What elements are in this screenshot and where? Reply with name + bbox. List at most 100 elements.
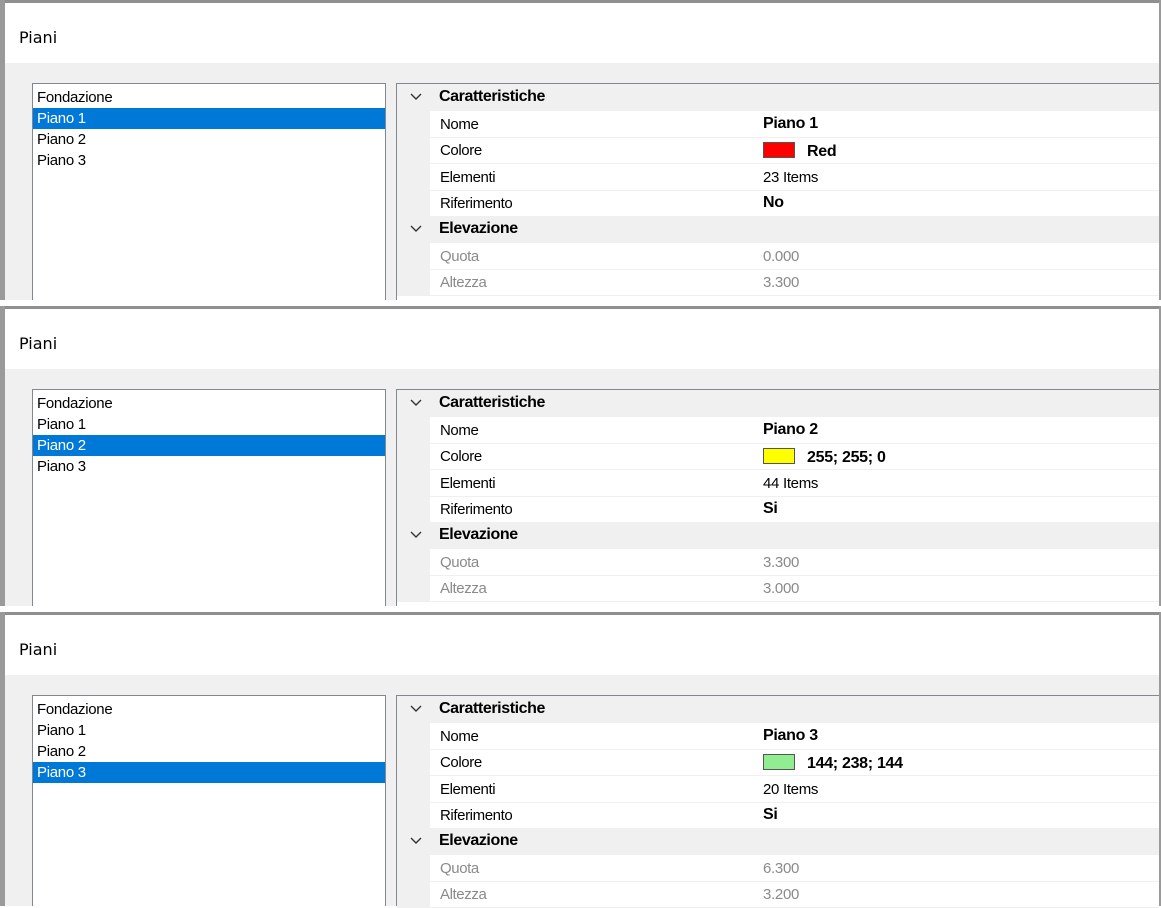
row-gutter: [397, 111, 430, 138]
dialog-body: Fondazione Piano 1 Piano 2 Piano 3 Caratteri…: [5, 63, 1159, 300]
floor-list-item[interactable]: Piano 3: [33, 150, 385, 171]
property-row-colore[interactable]: Colore Red: [397, 137, 1159, 164]
property-value-color[interactable]: 144; 238; 144: [763, 754, 903, 773]
floor-list-item[interactable]: Piano 3: [33, 762, 385, 783]
chevron-down-icon[interactable]: [409, 701, 423, 715]
category-label: Caratteristiche: [439, 394, 546, 411]
property-name: Altezza: [440, 886, 487, 903]
property-value[interactable]: Si: [763, 806, 778, 824]
property-row-riferimento[interactable]: Riferimento Si: [397, 496, 1159, 523]
property-row-elementi[interactable]: Elementi 23 Items: [397, 164, 1159, 191]
property-name: Altezza: [440, 274, 487, 291]
row-divider: [430, 295, 1159, 296]
property-row-altezza[interactable]: Altezza 3.000: [397, 575, 1159, 602]
category-label: Caratteristiche: [439, 88, 546, 105]
property-name: Colore: [440, 754, 482, 771]
floor-listbox[interactable]: Fondazione Piano 1 Piano 2 Piano 3: [32, 83, 386, 300]
color-swatch: [763, 448, 795, 464]
category-caratteristiche[interactable]: Caratteristiche: [397, 390, 1159, 417]
row-gutter: [397, 443, 430, 470]
piani-dialog: Piani Fondazione Piano 1 Piano 2 Piano 3 Cara…: [0, 306, 1161, 606]
property-name: Elementi: [440, 781, 496, 798]
property-grid[interactable]: Caratteristiche Nome Piano 3 Colore 144; 238…: [396, 695, 1159, 908]
property-value[interactable]: Piano 3: [763, 727, 818, 745]
dialog-body: Fondazione Piano 1 Piano 2 Piano 3 Caratteri…: [5, 675, 1159, 908]
floor-listbox[interactable]: Fondazione Piano 1 Piano 2 Piano 3: [32, 695, 386, 906]
floor-list-item[interactable]: Piano 1: [33, 720, 385, 741]
property-grid[interactable]: Caratteristiche Nome Piano 1 Colore Red Eleme…: [396, 83, 1159, 300]
property-grid[interactable]: Caratteristiche Nome Piano 2 Colore 255; 255…: [396, 389, 1159, 606]
property-name: Quota: [440, 554, 479, 571]
property-row-altezza[interactable]: Altezza 3.300: [397, 269, 1159, 296]
row-gutter: [397, 881, 430, 908]
title-bar: Piani: [5, 3, 1159, 63]
floor-list-item[interactable]: Piano 1: [33, 414, 385, 435]
property-row-riferimento[interactable]: Riferimento No: [397, 190, 1159, 217]
title-bar: Piani: [5, 309, 1159, 369]
property-value[interactable]: No: [763, 194, 784, 212]
category-elevazione[interactable]: Elevazione: [397, 216, 1159, 243]
floor-list-item[interactable]: Fondazione: [33, 87, 385, 108]
property-name: Colore: [440, 142, 482, 159]
row-gutter: [397, 496, 430, 523]
property-value: 3.200: [763, 886, 800, 903]
property-row-nome[interactable]: Nome Piano 3: [397, 723, 1159, 750]
property-row-colore[interactable]: Colore 144; 238; 144: [397, 749, 1159, 776]
chevron-down-icon[interactable]: [409, 221, 423, 235]
row-gutter: [397, 549, 430, 576]
color-value-text: 144; 238; 144: [807, 755, 903, 772]
property-row-quota[interactable]: Quota 6.300: [397, 855, 1159, 882]
title-bar: Piani: [5, 615, 1159, 675]
window-title: Piani: [19, 334, 58, 353]
property-row-nome[interactable]: Nome Piano 2: [397, 417, 1159, 444]
property-name: Nome: [440, 728, 479, 745]
property-row-quota[interactable]: Quota 0.000: [397, 243, 1159, 270]
color-value-text: Red: [807, 143, 837, 160]
floor-list-item[interactable]: Piano 1: [33, 108, 385, 129]
floor-listbox[interactable]: Fondazione Piano 1 Piano 2 Piano 3: [32, 389, 386, 606]
window-title: Piani: [19, 640, 58, 659]
category-caratteristiche[interactable]: Caratteristiche: [397, 84, 1159, 111]
property-value: 3.000: [763, 580, 800, 597]
row-gutter: [397, 417, 430, 444]
chevron-down-icon[interactable]: [409, 833, 423, 847]
color-swatch: [763, 754, 795, 770]
property-value[interactable]: 20 Items: [763, 781, 818, 798]
floor-list-item[interactable]: Fondazione: [33, 393, 385, 414]
property-value[interactable]: Piano 2: [763, 421, 818, 439]
category-elevazione[interactable]: Elevazione: [397, 522, 1159, 549]
property-row-elementi[interactable]: Elementi 44 Items: [397, 470, 1159, 497]
category-label: Elevazione: [439, 220, 518, 237]
property-row-altezza[interactable]: Altezza 3.200: [397, 881, 1159, 908]
property-value[interactable]: Piano 1: [763, 115, 818, 133]
row-gutter: [397, 802, 430, 829]
property-name: Elementi: [440, 169, 496, 186]
property-row-quota[interactable]: Quota 3.300: [397, 549, 1159, 576]
window-title: Piani: [19, 28, 58, 47]
row-gutter: [397, 470, 430, 497]
property-row-riferimento[interactable]: Riferimento Si: [397, 802, 1159, 829]
property-row-colore[interactable]: Colore 255; 255; 0: [397, 443, 1159, 470]
property-row-elementi[interactable]: Elementi 20 Items: [397, 776, 1159, 803]
floor-list-item[interactable]: Piano 2: [33, 741, 385, 762]
property-value-color[interactable]: 255; 255; 0: [763, 448, 886, 467]
property-value-color[interactable]: Red: [763, 142, 837, 161]
floor-list-item[interactable]: Piano 2: [33, 435, 385, 456]
row-gutter: [397, 749, 430, 776]
property-value: 3.300: [763, 274, 800, 291]
property-row-nome[interactable]: Nome Piano 1: [397, 111, 1159, 138]
property-value[interactable]: 44 Items: [763, 475, 818, 492]
property-value: 3.300: [763, 554, 800, 571]
property-value[interactable]: Si: [763, 500, 778, 518]
category-caratteristiche[interactable]: Caratteristiche: [397, 696, 1159, 723]
dialog-body: Fondazione Piano 1 Piano 2 Piano 3 Caratteri…: [5, 369, 1159, 606]
floor-list-item[interactable]: Piano 3: [33, 456, 385, 477]
floor-list-item[interactable]: Fondazione: [33, 699, 385, 720]
property-value[interactable]: 23 Items: [763, 169, 818, 186]
chevron-down-icon[interactable]: [409, 89, 423, 103]
category-elevazione[interactable]: Elevazione: [397, 828, 1159, 855]
row-gutter: [397, 243, 430, 270]
chevron-down-icon[interactable]: [409, 527, 423, 541]
floor-list-item[interactable]: Piano 2: [33, 129, 385, 150]
chevron-down-icon[interactable]: [409, 395, 423, 409]
